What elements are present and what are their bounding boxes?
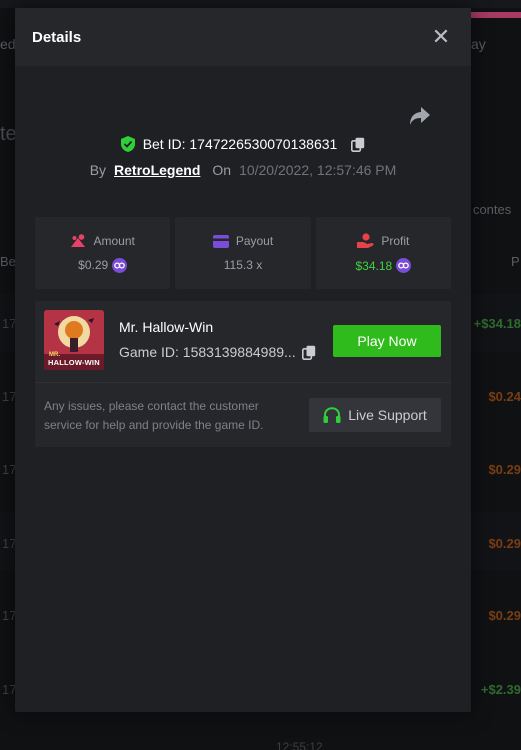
background-filter-fragment: r contes [465,202,512,217]
page: ed ay te r contes Be P 17 +$34.18 17 $0.… [0,0,521,750]
game-name: Mr. Hallow-Win [119,319,214,335]
stat-amount-value-row: $0.29 [78,257,128,273]
background-row-value: $0.29 [488,536,521,551]
stat-amount-header: Amount [70,233,135,248]
username-link[interactable]: RetroLegend [114,162,200,178]
stat-profit-value-row: $34.18 [355,258,412,273]
stat-profit-label: Profit [381,233,410,248]
stat-payout: Payout 115.3 x [175,217,311,289]
stat-payout-value-row: 115.3 x [224,258,262,272]
verified-shield-icon [120,136,135,152]
stats-row: Amount $0.29 Payout 115.3 x Profit $34.1… [35,217,451,289]
background-row-value: $0.29 [488,462,521,477]
game-card: MR. HALLOW-WIN Mr. Hallow-Win Game ID: 1… [35,301,451,447]
bet-details-modal: Details ✕ Bet ID: 1747226530070138631 By… [15,8,471,712]
background-tab-fragment-right: ay [471,36,486,52]
bet-id-text: Bet ID: 1747226530070138631 [142,136,338,152]
background-column-header-left: Be [0,254,16,269]
hand-coin-icon [357,233,374,248]
stat-amount-label: Amount [93,233,135,248]
game-id-text: Game ID: 1583139884989... [119,344,296,360]
coin-icon [112,257,128,273]
by-label: By [89,162,107,178]
live-support-button[interactable]: Live Support [309,398,441,432]
modal-title: Details [32,28,82,46]
background-row-value: $0.29 [488,608,521,623]
stat-payout-label: Payout [235,234,274,248]
stat-amount-value: $0.29 [78,258,109,272]
modal-header: Details ✕ [15,8,471,66]
play-now-button[interactable]: Play Now [333,325,441,357]
on-label: On [212,162,232,178]
headset-icon [323,406,341,423]
background-row-value: +$34.18 [473,316,521,331]
stat-profit: Profit $34.18 [315,217,451,289]
stat-payout-header: Payout [212,234,274,248]
stat-amount: Amount $0.29 [35,217,171,289]
share-icon[interactable] [409,106,431,126]
thumb-caption: HALLOW-WIN [48,358,100,367]
stat-payout-value: 115.3 x [223,258,263,272]
author-row: By RetroLegend On 10/20/2022, 12:57:46 P… [15,162,471,178]
game-id-row: Game ID: 1583139884989... [119,344,316,360]
background-timestamp: 12:55:12 [276,740,323,750]
background-row-value: +$2.39 [480,682,521,697]
bet-icon [71,233,86,247]
live-support-label: Live Support [348,407,427,423]
bet-datetime: 10/20/2022, 12:57:46 PM [239,162,397,178]
background-row-value: $0.24 [488,389,521,404]
background-tab-fragment-left: ed [0,36,16,52]
bet-id-row: Bet ID: 1747226530070138631 [15,136,471,152]
close-icon[interactable]: ✕ [429,26,453,48]
copy-icon[interactable] [351,137,365,152]
support-help-text: Any issues, please contact the customer … [44,399,264,432]
game-thumbnail[interactable]: MR. HALLOW-WIN [44,310,104,370]
copy-icon[interactable] [301,345,316,360]
background-topbar [0,0,521,8]
stat-profit-header: Profit [357,233,409,248]
background-accent-bar [470,12,521,18]
card-divider [35,382,451,383]
stat-profit-value: $34.18 [355,258,393,273]
card-icon [212,234,229,248]
coin-icon [396,258,412,273]
background-column-header-right: P [511,254,520,269]
share-arrow-glyph [410,107,430,125]
